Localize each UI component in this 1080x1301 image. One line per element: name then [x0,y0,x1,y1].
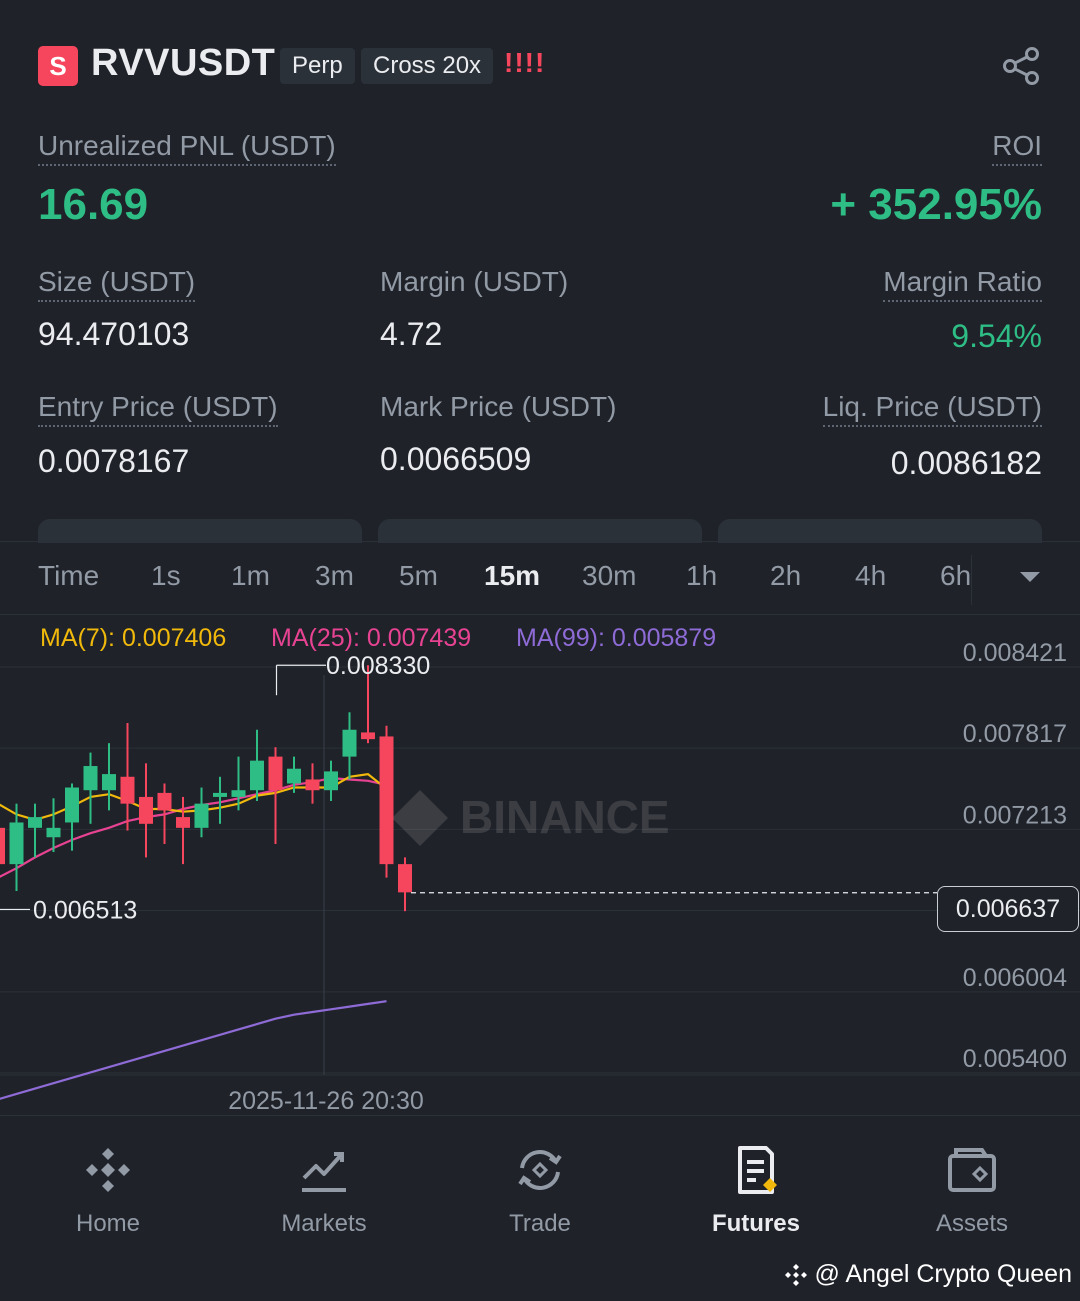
nav-futures-label: Futures [711,1210,800,1237]
tag-margin-mode[interactable]: Cross 20x [361,48,494,84]
divider-top [0,541,1080,542]
candle-body [9,822,24,865]
timeframe-label: Time [38,560,100,591]
candle-body [194,803,209,828]
mark-price-value: 0.0066509 [380,441,532,477]
markets-icon [302,1152,346,1192]
y-tick-label: 0.006004 [963,964,1067,992]
nav-assets[interactable]: Assets [864,1140,1080,1238]
size-label[interactable]: Size (USDT) [38,266,196,302]
high-price-label: 0.008330 [326,652,430,680]
timeframe-separator [971,555,972,605]
margin-ratio-label[interactable]: Margin Ratio [883,266,1042,302]
tf-5m[interactable]: 5m [399,560,438,592]
margin-value: 4.72 [380,316,443,352]
candle-body [176,817,190,828]
y-tick-label: 0.007817 [963,720,1067,748]
candle-body [157,792,172,811]
candle-body [213,792,227,797]
futures-icon [738,1146,777,1194]
candle-body [398,864,412,893]
tag-perp: Perp [280,48,355,84]
candle-body [379,736,394,865]
candlestick-chart[interactable]: BINANCE 0.008330 0.006513 0.008421 0.007817 0… [0,615,1080,1120]
tf-15m[interactable]: 15m [484,560,540,592]
credit-watermark: @ Angel Crypto Queen [783,1260,1072,1289]
y-tick-label: 0.007213 [963,801,1067,829]
nav-trade[interactable]: Trade [432,1140,648,1238]
candle-body [342,729,357,757]
warning-indicator[interactable]: !!!! [504,47,545,79]
trade-icon [518,1150,562,1190]
candle-body [102,774,116,791]
nav-home-label: Home [75,1210,141,1237]
tf-1s[interactable]: 1s [151,560,181,592]
entry-price-label[interactable]: Entry Price (USDT) [38,391,278,427]
roi-label[interactable]: ROI [992,130,1042,166]
credit-text: @ Angel Crypto Queen [814,1260,1072,1288]
candle-body [324,771,338,791]
margin-ratio-value: 9.54% [951,318,1042,354]
candle-body [120,776,135,804]
margin-label: Margin (USDT) [380,266,569,297]
divider-nav [0,1115,1080,1116]
candle-body [46,827,61,838]
tf-3m[interactable]: 3m [315,560,354,592]
nav-home[interactable]: Home [0,1140,216,1238]
assets-icon [948,1148,996,1192]
binance-square-icon [784,1263,807,1286]
candle-body [28,817,42,828]
tf-4h[interactable]: 4h [855,560,886,592]
nav-futures[interactable]: Futures [648,1140,864,1238]
roi-value: + 352.95% [830,180,1042,229]
nav-assets-label: Assets [935,1210,1009,1237]
nav-trade-label: Trade [509,1210,571,1237]
pnl-value: 16.69 [38,180,149,229]
action-button-1[interactable] [38,519,362,543]
home-icon [86,1148,130,1192]
nav-markets[interactable]: Markets [216,1140,432,1238]
tf-2h[interactable]: 2h [770,560,801,592]
action-button-2[interactable] [378,519,702,543]
pnl-label[interactable]: Unrealized PNL (USDT) [38,130,336,166]
current-price-tag[interactable]: 0.006637 [937,886,1079,932]
nav-markets-label: Markets [281,1210,367,1237]
x-axis-label: 2025-11-26 20:30 [228,1087,424,1115]
size-value: 94.470103 [38,316,190,352]
candle-body [139,796,153,824]
tf-30m[interactable]: 30m [582,560,636,592]
tf-6h[interactable]: 6h [940,560,971,592]
low-price-label: 0.006513 [33,896,137,924]
svg-text:BINANCE: BINANCE [460,791,670,843]
candle-body [0,827,5,865]
candle-body [250,760,264,791]
ma99-line [0,1000,387,1100]
symbol-badge: S [38,46,78,86]
action-button-3[interactable] [718,519,1042,543]
liq-price-label[interactable]: Liq. Price (USDT) [822,391,1042,427]
share-icon[interactable] [1000,44,1044,88]
candle-body [268,756,283,791]
liq-price-value: 0.0086182 [890,445,1042,481]
mark-price-label: Mark Price (USDT) [380,391,617,422]
candle-body [65,787,79,823]
candle-body [231,790,246,797]
chevron-down-icon[interactable] [1020,572,1040,582]
candle-body [287,768,301,784]
candle-body [305,779,320,791]
y-tick-label: 0.008421 [963,639,1067,667]
symbol-title[interactable]: RVVUSDT [91,42,275,85]
binance-watermark: BINANCE [392,790,670,846]
entry-price-value: 0.0078167 [38,443,190,479]
candle-body [83,766,98,791]
y-tick-label: 0.005400 [963,1045,1067,1073]
tf-1h[interactable]: 1h [686,560,717,592]
tf-1m[interactable]: 1m [231,560,270,592]
candle-body [361,732,375,740]
